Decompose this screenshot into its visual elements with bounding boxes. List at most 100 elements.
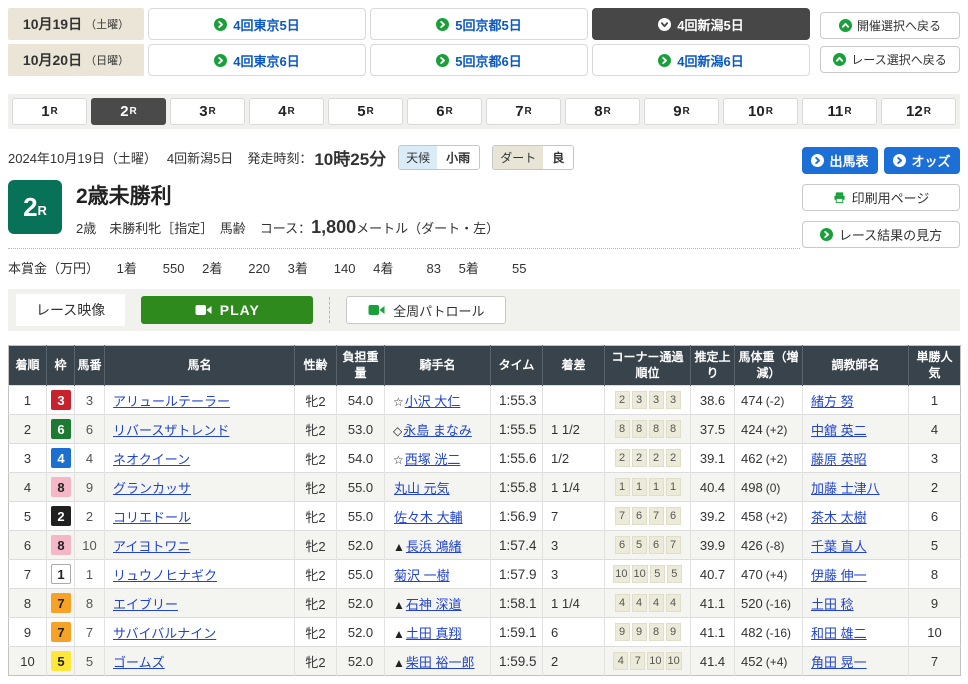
- day-meeting-button[interactable]: 5回京都6日: [370, 44, 588, 76]
- day-meeting-button[interactable]: 4回新潟5日: [592, 8, 810, 40]
- horse-name-link[interactable]: ゴームズ: [113, 655, 165, 670]
- race-tab[interactable]: 2R: [91, 98, 166, 125]
- horse-name-link[interactable]: リバースザトレンド: [113, 423, 229, 438]
- cell-corner-order: 4444: [605, 589, 691, 618]
- horse-name-link[interactable]: ネオクイーン: [113, 452, 190, 467]
- day-meeting-button[interactable]: 4回東京5日: [148, 8, 366, 40]
- results-guide-button[interactable]: レース結果の見方: [802, 221, 960, 248]
- trainer-name-link[interactable]: 千葉 直人: [811, 539, 867, 554]
- jockey-name-link[interactable]: 菊沢 一樹: [394, 568, 450, 583]
- print-page-button[interactable]: 印刷用ページ: [802, 184, 960, 211]
- jockey-name-link[interactable]: 西塚 洸二: [405, 452, 461, 467]
- race-tab-suffix: R: [367, 106, 374, 117]
- race-tab-suffix: R: [525, 106, 532, 117]
- trainer-name-link[interactable]: 藤原 英昭: [811, 452, 867, 467]
- horse-name-link[interactable]: アイヨトワニ: [113, 539, 190, 554]
- jockey-name-link[interactable]: 長浜 鴻緒: [406, 539, 462, 554]
- cell-win-popularity: 5: [909, 531, 961, 560]
- start-time-label: 発走時刻：: [247, 148, 312, 167]
- back-to-meeting-select-button[interactable]: 開催選択へ戻る: [820, 12, 960, 39]
- back-to-race-select-button[interactable]: レース選択へ戻る: [820, 46, 960, 73]
- horse-weight-diff: (+2): [766, 510, 788, 524]
- cell-sex-age: 牝2: [295, 502, 337, 531]
- corner-position: 7: [630, 652, 645, 670]
- column-header: 推定上り: [691, 346, 735, 386]
- trainer-name-link[interactable]: 伊藤 伸一: [811, 568, 867, 583]
- cell-sex-age: 牝2: [295, 589, 337, 618]
- trainer-name-link[interactable]: 加藤 士津八: [811, 481, 880, 496]
- cell-finish-position: 8: [9, 589, 47, 618]
- day-meeting-button[interactable]: 4回新潟6日: [592, 44, 810, 76]
- corner-position: 10: [632, 565, 648, 583]
- race-tab[interactable]: 10R: [723, 98, 798, 125]
- trainer-name-link[interactable]: 和田 雄二: [811, 626, 867, 641]
- jockey-name-link[interactable]: 小沢 大仁: [405, 394, 461, 409]
- entries-label: 出馬表: [829, 151, 868, 170]
- odds-button[interactable]: オッズ: [884, 147, 960, 174]
- day-weekday-text: （土曜）: [85, 16, 129, 32]
- race-video-play-button[interactable]: PLAY: [141, 296, 313, 324]
- race-tab[interactable]: 7R: [486, 98, 561, 125]
- race-tab-number: 7: [515, 103, 523, 120]
- cell-time: 1:55.8: [491, 473, 543, 502]
- cell-horse-name: コリエドール: [105, 502, 295, 531]
- trainer-name-link[interactable]: 角田 晃一: [811, 655, 867, 670]
- cell-weight-carried: 53.0: [337, 415, 385, 444]
- horse-name-link[interactable]: サバイバルナイン: [113, 626, 216, 641]
- entries-button[interactable]: 出馬表: [802, 147, 878, 174]
- jockey-name-link[interactable]: 丸山 元気: [394, 481, 450, 496]
- race-tab[interactable]: 3R: [170, 98, 245, 125]
- race-tab[interactable]: 12R: [881, 98, 956, 125]
- jockey-name-link[interactable]: 石神 深道: [406, 597, 462, 612]
- cell-frame: 8: [47, 531, 75, 560]
- horse-weight-diff: (-16): [766, 597, 791, 611]
- cell-finish-position: 7: [9, 560, 47, 589]
- jockey-name-link[interactable]: 永島 まなみ: [403, 423, 472, 438]
- horse-name-link[interactable]: コリエドール: [113, 510, 191, 525]
- cell-frame: 7: [47, 589, 75, 618]
- jockey-name-link[interactable]: 佐々木 大輔: [394, 510, 463, 525]
- cell-time: 1:58.1: [491, 589, 543, 618]
- column-header-label: 馬体重（増減）: [738, 350, 798, 380]
- cell-margin: 1 1/2: [543, 415, 605, 444]
- day-meeting-button[interactable]: 5回京都5日: [370, 8, 588, 40]
- horse-name-link[interactable]: リュウノヒナギク: [113, 568, 217, 583]
- race-tab[interactable]: 11R: [802, 98, 877, 125]
- trainer-name-link[interactable]: 土田 稔: [811, 597, 854, 612]
- cell-last-3f: 41.1: [691, 618, 735, 647]
- frame-number-badge: 6: [51, 419, 71, 439]
- corner-position: 4: [666, 594, 681, 612]
- prize-place: 2着: [202, 261, 222, 276]
- race-tab[interactable]: 9R: [644, 98, 719, 125]
- cell-horse-name: アイヨトワニ: [105, 531, 295, 560]
- patrol-video-button[interactable]: 全周パトロール: [346, 296, 506, 324]
- trainer-name-link[interactable]: 茶木 太樹: [811, 510, 867, 525]
- horse-name-link[interactable]: アリュールテーラー: [113, 394, 230, 409]
- cell-corner-order: 2333: [605, 386, 691, 415]
- corner-position: 4: [615, 594, 630, 612]
- column-header: 性齢: [295, 346, 337, 386]
- cell-trainer: 千葉 直人: [803, 531, 909, 560]
- trainer-name-link[interactable]: 中舘 英二: [811, 423, 867, 438]
- race-tab[interactable]: 5R: [328, 98, 403, 125]
- course-detail: メートル（ダート・左）: [356, 221, 499, 236]
- cell-last-3f: 39.1: [691, 444, 735, 473]
- race-tab[interactable]: 4R: [249, 98, 324, 125]
- horse-name-link[interactable]: エイブリー: [113, 597, 178, 612]
- back-button-label: 開催選択へ戻る: [857, 17, 941, 34]
- day-meeting-button[interactable]: 4回東京6日: [148, 44, 366, 76]
- horse-name-link[interactable]: グランカッサ: [113, 481, 191, 496]
- cell-frame: 3: [47, 386, 75, 415]
- jockey-name-link[interactable]: 土田 真翔: [406, 626, 462, 641]
- race-tab[interactable]: 8R: [565, 98, 640, 125]
- day-date-text: 10月20日: [23, 50, 82, 70]
- trainer-name-link[interactable]: 緒方 努: [811, 394, 854, 409]
- jockey-name-link[interactable]: 柴田 裕一郎: [406, 655, 475, 670]
- cell-horse-number: 2: [75, 502, 105, 531]
- jockey-allowance-mark: ☆: [393, 395, 404, 409]
- race-tab[interactable]: 6R: [407, 98, 482, 125]
- day-meeting-label: 4回東京6日: [233, 51, 299, 70]
- race-tab-number: 1: [41, 103, 49, 120]
- race-tab[interactable]: 1R: [12, 98, 87, 125]
- weather-value: 小雨: [437, 146, 479, 169]
